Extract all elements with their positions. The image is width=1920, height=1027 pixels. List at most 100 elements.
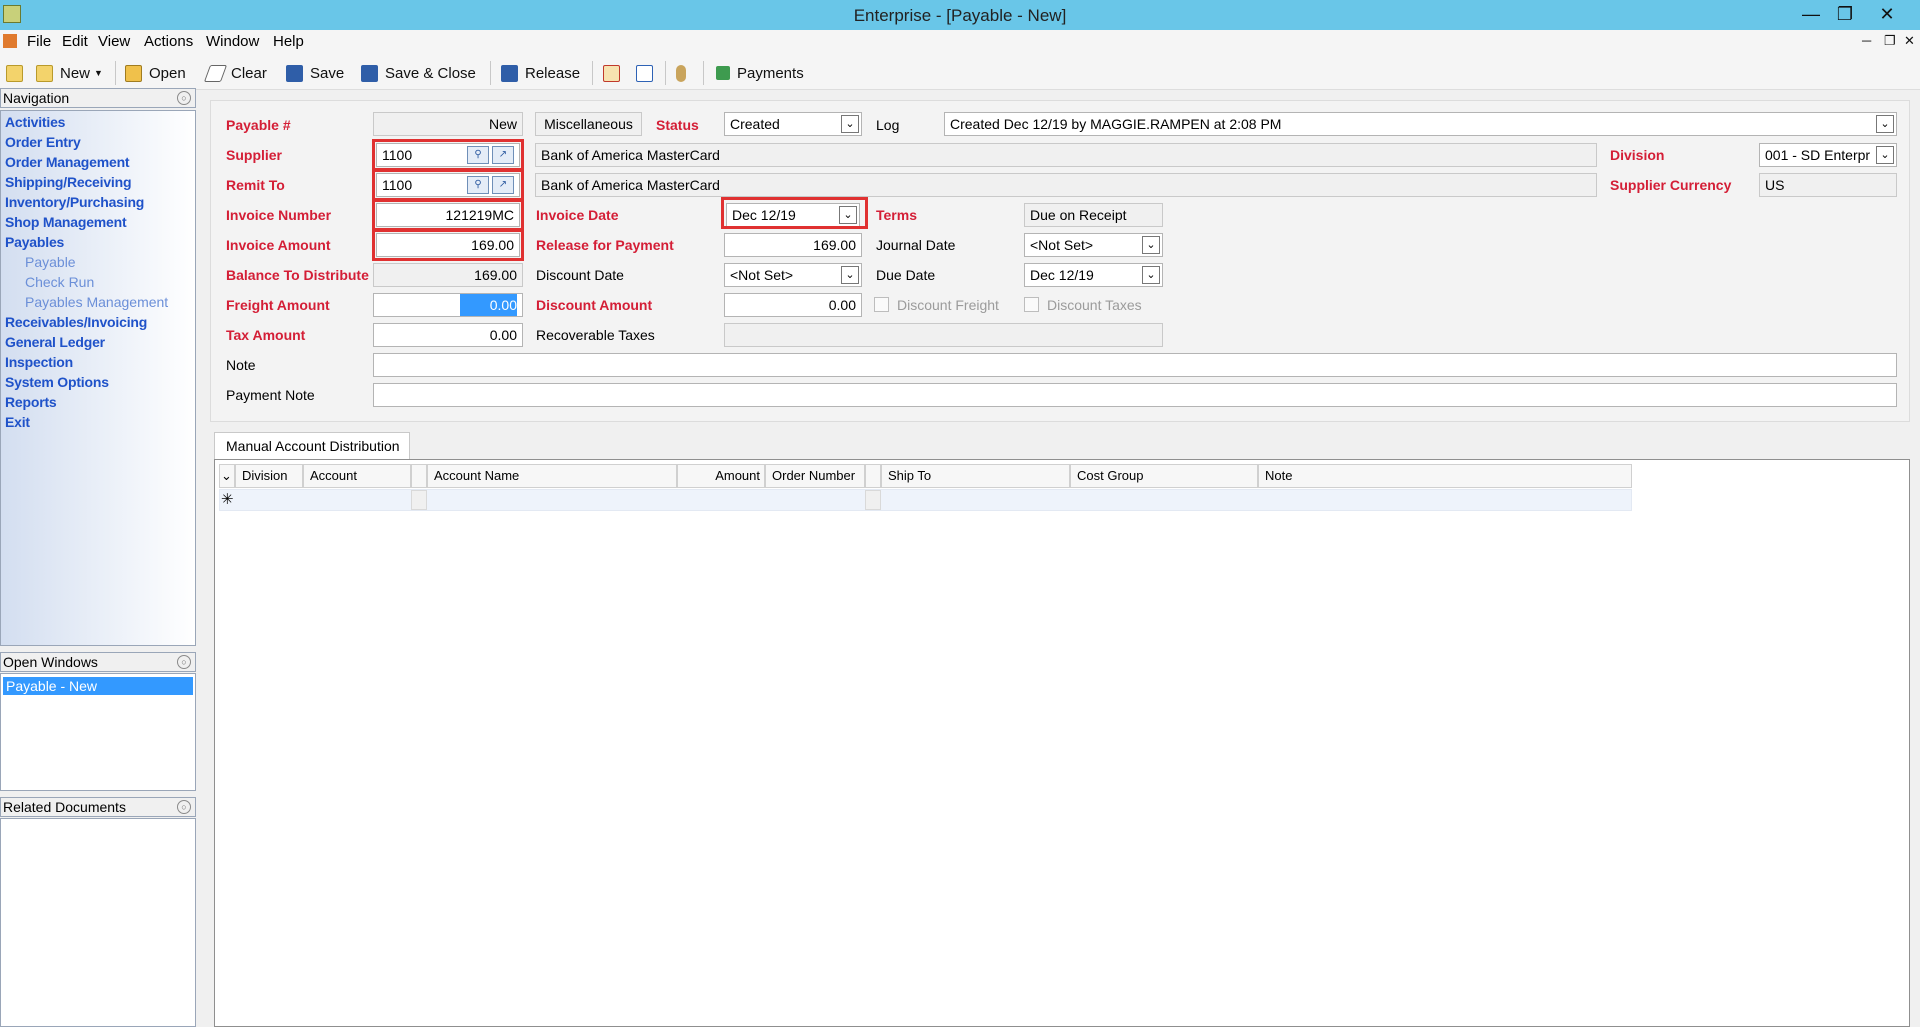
pin-icon[interactable]: ○ bbox=[177, 655, 191, 669]
col-division[interactable]: Division bbox=[235, 464, 303, 488]
nav-exit[interactable]: Exit bbox=[5, 414, 30, 430]
col-note[interactable]: Note bbox=[1258, 464, 1632, 488]
division-select[interactable]: 001 - SD Enterpr ⌄ bbox=[1759, 143, 1897, 167]
eraser-icon bbox=[203, 64, 228, 82]
window-title: Enterprise - [Payable - New] bbox=[853, 6, 1067, 25]
column-chooser-icon[interactable]: ⌄ bbox=[219, 464, 235, 488]
chevron-down-icon[interactable]: ⌄ bbox=[1876, 115, 1894, 133]
chevron-down-icon[interactable]: ⌄ bbox=[841, 115, 859, 133]
open-windows-header: Open Windows ○ bbox=[0, 652, 196, 672]
release-icon bbox=[501, 64, 518, 82]
approve-button[interactable] bbox=[636, 62, 660, 84]
open-window-item[interactable]: Payable - New bbox=[3, 677, 193, 695]
save-close-button[interactable]: Save & Close bbox=[361, 62, 476, 84]
pin-icon[interactable]: ○ bbox=[177, 800, 191, 814]
open-windows-panel: Payable - New bbox=[0, 673, 196, 791]
nav-payables[interactable]: Payables bbox=[5, 234, 64, 250]
distribution-grid: ⌄ Division Account Account Name Amount O… bbox=[214, 459, 1910, 1027]
nav-sub-payables-management[interactable]: Payables Management bbox=[25, 294, 168, 310]
save-button[interactable]: Save bbox=[286, 62, 344, 84]
release-button[interactable]: Release bbox=[501, 62, 580, 84]
mdi-close-button[interactable]: ✕ bbox=[1904, 33, 1915, 49]
nav-sub-check-run[interactable]: Check Run bbox=[25, 274, 94, 290]
supplier-currency-field: US bbox=[1759, 173, 1897, 197]
discount-amount-field[interactable]: 0.00 bbox=[724, 293, 862, 317]
attachment-button[interactable] bbox=[676, 62, 693, 84]
related-documents-panel bbox=[0, 818, 196, 1027]
menu-help[interactable]: Help bbox=[273, 33, 304, 50]
mdi-restore-button[interactable]: ❐ bbox=[1884, 33, 1896, 49]
clear-button[interactable]: Clear bbox=[203, 62, 267, 84]
col-spacer bbox=[411, 464, 427, 488]
discount-freight-checkbox[interactable] bbox=[874, 297, 889, 312]
nav-reports[interactable]: Reports bbox=[5, 394, 57, 410]
discount-date-select[interactable]: <Not Set> ⌄ bbox=[724, 263, 862, 287]
miscellaneous-button[interactable]: Miscellaneous bbox=[535, 112, 642, 136]
menu-file[interactable]: File bbox=[27, 33, 51, 50]
chevron-down-icon[interactable]: ⌄ bbox=[1142, 266, 1160, 284]
chevron-down-icon[interactable]: ⌄ bbox=[1876, 146, 1894, 164]
remit-to-highlight bbox=[372, 169, 524, 201]
release-for-payment-field[interactable]: 169.00 bbox=[724, 233, 862, 257]
payment-note-field[interactable] bbox=[373, 383, 1897, 407]
discount-taxes-checkbox[interactable] bbox=[1024, 297, 1039, 312]
folder-icon bbox=[125, 64, 142, 82]
status-select[interactable]: Created ⌄ bbox=[724, 112, 862, 136]
nav-order-management[interactable]: Order Management bbox=[5, 154, 130, 170]
chevron-down-icon: ▼ bbox=[94, 68, 103, 78]
new-doc-icon-button[interactable] bbox=[6, 62, 30, 84]
log-select[interactable]: Created Dec 12/19 by MAGGIE.RAMPEN at 2:… bbox=[944, 112, 1897, 136]
menu-window[interactable]: Window bbox=[206, 33, 259, 50]
note-field[interactable] bbox=[373, 353, 1897, 377]
journal-date-label: Journal Date bbox=[876, 237, 956, 253]
col-account-name[interactable]: Account Name bbox=[427, 464, 677, 488]
chevron-down-icon[interactable]: ⌄ bbox=[841, 266, 859, 284]
toolbar: New ▼ Open Clear Save Save & Close Releas… bbox=[0, 54, 1920, 90]
chevron-down-icon[interactable]: ⌄ bbox=[1142, 236, 1160, 254]
save-close-icon bbox=[361, 64, 378, 82]
nav-system-options[interactable]: System Options bbox=[5, 374, 109, 390]
col-amount[interactable]: Amount bbox=[677, 464, 765, 488]
nav-shipping-receiving[interactable]: Shipping/Receiving bbox=[5, 174, 132, 190]
related-documents-header: Related Documents ○ bbox=[0, 797, 196, 817]
new-button[interactable]: New ▼ bbox=[36, 62, 103, 84]
col-order-number[interactable]: Order Number bbox=[765, 464, 865, 488]
nav-shop-management[interactable]: Shop Management bbox=[5, 214, 127, 230]
payable-no-label: Payable # bbox=[226, 117, 291, 133]
menu-actions[interactable]: Actions bbox=[144, 33, 193, 50]
tax-amount-field[interactable]: 0.00 bbox=[373, 323, 523, 347]
restore-button[interactable]: ❐ bbox=[1828, 2, 1862, 26]
col-ship-to[interactable]: Ship To bbox=[881, 464, 1070, 488]
nav-activities[interactable]: Activities bbox=[5, 114, 65, 130]
col-cost-group[interactable]: Cost Group bbox=[1070, 464, 1258, 488]
supplier-highlight bbox=[372, 139, 524, 171]
nav-general-ledger[interactable]: General Ledger bbox=[5, 334, 105, 350]
mdi-minimize-button[interactable]: ─ bbox=[1862, 33, 1871, 48]
freight-amount-field[interactable]: 0.00 bbox=[373, 293, 523, 317]
journal-date-select[interactable]: <Not Set> ⌄ bbox=[1024, 233, 1163, 257]
nav-receivables-invoicing[interactable]: Receivables/Invoicing bbox=[5, 314, 147, 330]
menu-edit[interactable]: Edit bbox=[62, 33, 88, 50]
nav-order-entry[interactable]: Order Entry bbox=[5, 134, 81, 150]
nav-sub-payable[interactable]: Payable bbox=[25, 254, 76, 270]
due-date-select[interactable]: Dec 12/19 ⌄ bbox=[1024, 263, 1163, 287]
col-spacer-2 bbox=[865, 464, 881, 488]
discount-amount-label: Discount Amount bbox=[536, 297, 653, 313]
invoice-number-highlight bbox=[372, 199, 524, 231]
nav-inspection[interactable]: Inspection bbox=[5, 354, 73, 370]
menu-view[interactable]: View bbox=[98, 33, 130, 50]
pin-icon[interactable]: ○ bbox=[177, 91, 191, 105]
checklist-icon bbox=[603, 64, 620, 82]
minimize-button[interactable]: — bbox=[1794, 2, 1828, 26]
checklist-button[interactable] bbox=[603, 62, 627, 84]
table-row[interactable] bbox=[219, 489, 1632, 511]
nav-inventory-purchasing[interactable]: Inventory/Purchasing bbox=[5, 194, 144, 210]
document-icon bbox=[6, 64, 23, 82]
supplier-label: Supplier bbox=[226, 147, 283, 163]
new-row-icon: ✳ bbox=[221, 491, 234, 508]
payments-button[interactable]: Payments bbox=[716, 62, 804, 84]
open-button[interactable]: Open bbox=[125, 62, 186, 84]
col-account[interactable]: Account bbox=[303, 464, 411, 488]
tab-manual-account-distribution[interactable]: Manual Account Distribution bbox=[214, 432, 410, 460]
close-button[interactable]: ✕ bbox=[1870, 2, 1904, 26]
